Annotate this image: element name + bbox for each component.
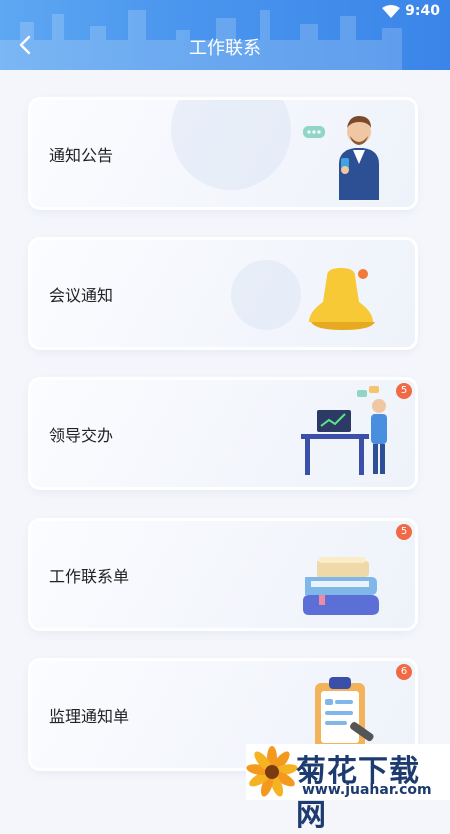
menu-card-notice[interactable]: 通知公告: [31, 100, 415, 207]
menu-card-label: 监理通知单: [49, 707, 130, 726]
content-area: 通知公告 会议通知 领导交办 5 工作联系单 5 监理通知单 6: [0, 70, 450, 800]
status-bar: 9:40: [0, 0, 450, 24]
menu-card-label: 领导交办: [49, 426, 114, 445]
notification-badge: 5: [396, 524, 412, 540]
header-bar: 9:40 工作联系: [0, 0, 450, 70]
menu-card-label: 通知公告: [49, 146, 114, 165]
flower-logo-icon: [246, 746, 298, 797]
notification-badge: 6: [396, 664, 412, 680]
wifi-icon: [382, 5, 400, 18]
menu-card-label: 工作联系单: [49, 567, 130, 586]
businessman-phone-icon: [303, 116, 379, 200]
watermark: 菊花下载网 www.juahar.com: [246, 744, 450, 833]
watermark-url: www.juahar.com: [302, 782, 432, 798]
menu-card-label: 会议通知: [49, 286, 114, 305]
status-time: 9:40: [405, 3, 440, 19]
desk-presenter-icon: [301, 386, 387, 475]
notification-badge: 5: [396, 383, 412, 399]
books-stack-icon: [303, 557, 379, 615]
menu-card-meeting[interactable]: 会议通知: [31, 240, 415, 347]
page-title: 工作联系: [189, 38, 261, 59]
bell-icon: [309, 267, 375, 330]
menu-card-work-contact[interactable]: 工作联系单 5: [31, 521, 415, 628]
menu-card-leader-assigned[interactable]: 领导交办 5: [31, 380, 415, 487]
